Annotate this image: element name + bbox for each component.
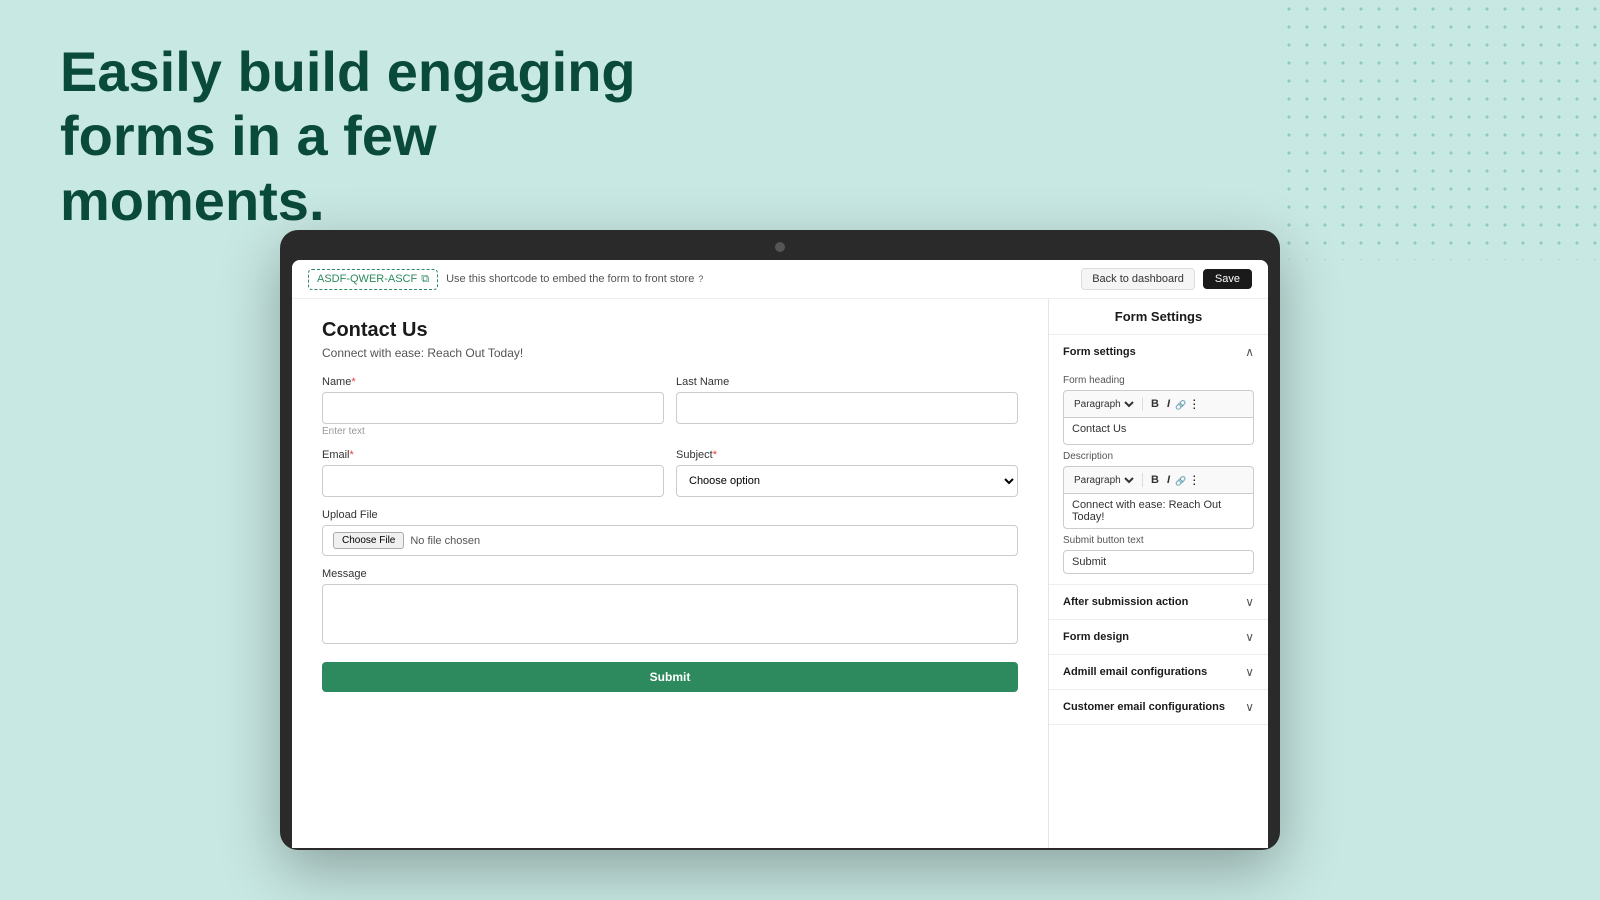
- email-label: Email*: [322, 449, 664, 461]
- after-submission-chevron: ∨: [1245, 595, 1254, 609]
- shortcode-value: ASDF-QWER-ASCF: [317, 273, 417, 285]
- customer-email-title: Customer email configurations: [1063, 701, 1225, 713]
- dot-pattern: [1280, 0, 1600, 260]
- lastname-field: Last Name: [676, 376, 1018, 437]
- form-design-chevron: ∨: [1245, 630, 1254, 644]
- after-submission-header[interactable]: After submission action ∨: [1049, 585, 1268, 619]
- screen-main: ASDF-QWER-ASCF Use this shortcode to emb…: [292, 260, 1268, 848]
- customer-email-header[interactable]: Customer email configurations ∨: [1049, 690, 1268, 724]
- message-field: Message: [322, 568, 1018, 644]
- more-icon-desc[interactable]: [1188, 471, 1200, 489]
- sidebar-section-customer-email: Customer email configurations ∨: [1049, 690, 1268, 725]
- lastname-label: Last Name: [676, 376, 1018, 388]
- toolbar-divider-2: [1142, 473, 1143, 487]
- description-content[interactable]: Connect with ease: Reach Out Today!: [1063, 493, 1254, 529]
- after-submission-title: After submission action: [1063, 596, 1188, 608]
- laptop-screen: ASDF-QWER-ASCF Use this shortcode to emb…: [292, 260, 1268, 848]
- laptop-camera: [775, 242, 785, 252]
- toolbar-divider-1: [1142, 397, 1143, 411]
- back-to-dashboard-button[interactable]: Back to dashboard: [1081, 268, 1195, 290]
- screen-body: Contact Us Connect with ease: Reach Out …: [292, 299, 1268, 848]
- upload-section: Upload File Choose File No file chosen: [322, 509, 1018, 556]
- upload-box: Choose File No file chosen: [322, 525, 1018, 556]
- name-label: Name*: [322, 376, 664, 388]
- upload-label: Upload File: [322, 509, 1018, 521]
- form-preview-description: Connect with ease: Reach Out Today!: [322, 346, 1018, 360]
- bold-button-desc[interactable]: B: [1148, 473, 1162, 487]
- shortcode-section: ASDF-QWER-ASCF Use this shortcode to emb…: [308, 269, 703, 290]
- shortcode-badge: ASDF-QWER-ASCF: [308, 269, 438, 290]
- customer-email-chevron: ∨: [1245, 700, 1254, 714]
- message-textarea[interactable]: [322, 584, 1018, 644]
- choose-file-button[interactable]: Choose File: [333, 532, 404, 549]
- email-field: Email*: [322, 449, 664, 497]
- description-label: Description: [1063, 451, 1254, 462]
- copy-icon[interactable]: [421, 273, 429, 286]
- submit-text-label: Submit button text: [1063, 535, 1254, 546]
- heading-paragraph-select[interactable]: Paragraph: [1070, 398, 1137, 411]
- sidebar-title: Form Settings: [1049, 299, 1268, 335]
- name-input[interactable]: [322, 392, 664, 424]
- sidebar-section-form-design: Form design ∨: [1049, 620, 1268, 655]
- sidebar-section-admin-email: Admill email configurations ∨: [1049, 655, 1268, 690]
- form-settings-header[interactable]: Form settings ∧: [1049, 335, 1268, 369]
- subject-label: Subject*: [676, 449, 1018, 461]
- form-design-header[interactable]: Form design ∨: [1049, 620, 1268, 654]
- laptop-wrapper: ASDF-QWER-ASCF Use this shortcode to emb…: [280, 230, 1280, 850]
- top-bar: ASDF-QWER-ASCF Use this shortcode to emb…: [292, 260, 1268, 299]
- link-icon-heading[interactable]: [1175, 395, 1186, 413]
- form-settings-title: Form settings: [1063, 346, 1136, 358]
- email-subject-row: Email* Subject* Choose option: [322, 449, 1018, 497]
- email-input[interactable]: [322, 465, 664, 497]
- lastname-input[interactable]: [676, 392, 1018, 424]
- name-row: Name* Enter text Last Name: [322, 376, 1018, 437]
- italic-button-heading[interactable]: I: [1164, 397, 1173, 411]
- message-label: Message: [322, 568, 1018, 580]
- save-button[interactable]: Save: [1203, 269, 1252, 289]
- form-preview-title: Contact Us: [322, 319, 1018, 342]
- subject-select[interactable]: Choose option: [676, 465, 1018, 497]
- question-icon: [698, 273, 703, 285]
- desc-paragraph-select[interactable]: Paragraph: [1070, 474, 1137, 487]
- form-settings-body: Form heading Paragraph B I: [1049, 375, 1268, 584]
- laptop-frame: ASDF-QWER-ASCF Use this shortcode to emb…: [280, 230, 1280, 850]
- form-heading-toolbar: Paragraph B I: [1063, 390, 1254, 417]
- hero-heading: Easily build engaging forms in a few mom…: [60, 40, 760, 233]
- settings-sidebar: Form Settings Form settings ∧ Form headi…: [1048, 299, 1268, 848]
- top-bar-actions: Back to dashboard Save: [1081, 268, 1252, 290]
- subject-field: Subject* Choose option: [676, 449, 1018, 497]
- more-icon-heading[interactable]: [1188, 395, 1200, 413]
- description-toolbar: Paragraph B I: [1063, 466, 1254, 493]
- admin-email-header[interactable]: Admill email configurations ∨: [1049, 655, 1268, 689]
- sidebar-section-after-submission: After submission action ∨: [1049, 585, 1268, 620]
- form-heading-label: Form heading: [1063, 375, 1254, 386]
- form-settings-chevron: ∧: [1245, 345, 1254, 359]
- form-heading-content[interactable]: Contact Us: [1063, 417, 1254, 445]
- hero-section: Easily build engaging forms in a few mom…: [60, 40, 760, 233]
- admin-email-title: Admill email configurations: [1063, 666, 1207, 678]
- submit-button[interactable]: Submit: [322, 662, 1018, 692]
- submit-text-input[interactable]: [1063, 550, 1254, 574]
- sidebar-section-form-settings: Form settings ∧ Form heading Paragraph: [1049, 335, 1268, 585]
- bold-button-heading[interactable]: B: [1148, 397, 1162, 411]
- name-field: Name* Enter text: [322, 376, 664, 437]
- shortcode-hint: Use this shortcode to embed the form to …: [446, 273, 703, 285]
- name-hint: Enter text: [322, 426, 664, 437]
- no-file-text: No file chosen: [410, 535, 480, 547]
- admin-email-chevron: ∨: [1245, 665, 1254, 679]
- form-preview-area: Contact Us Connect with ease: Reach Out …: [292, 299, 1048, 848]
- link-icon-desc[interactable]: [1175, 471, 1186, 489]
- italic-button-desc[interactable]: I: [1164, 473, 1173, 487]
- form-design-title: Form design: [1063, 631, 1129, 643]
